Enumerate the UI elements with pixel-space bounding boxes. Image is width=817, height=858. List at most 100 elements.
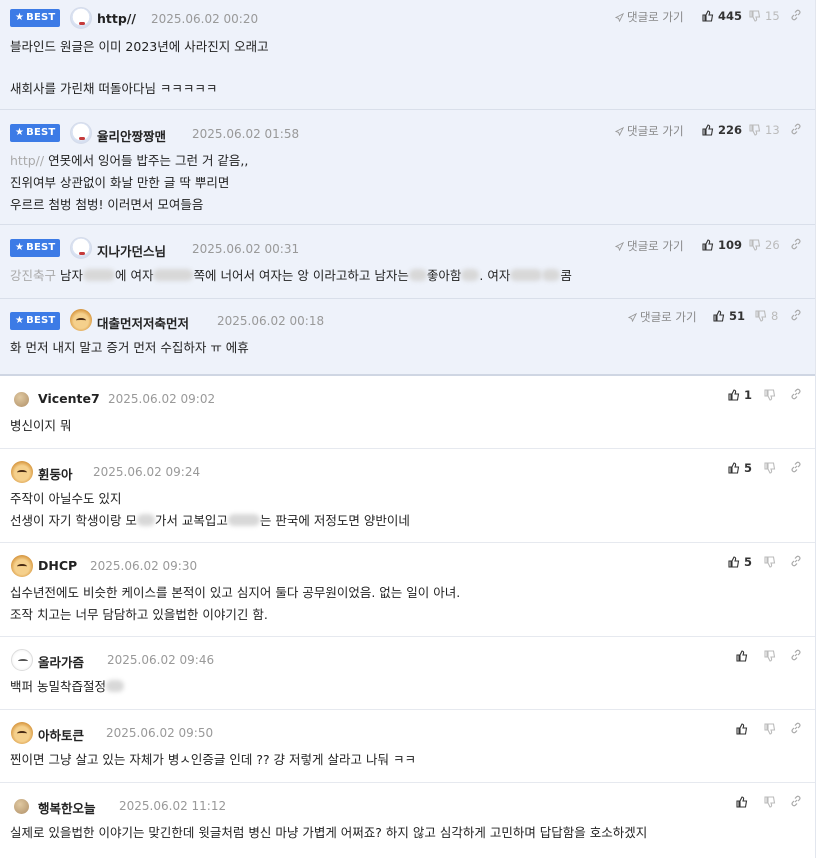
go-to-reply-link[interactable]: 댓글로 가기: [615, 9, 684, 25]
comment-body: 주작이 아닐수도 있지 선생이 자기 학생이랑 모 가서 교복입고 는 판국에 저정도…: [10, 491, 410, 528]
avatar[interactable]: [11, 461, 33, 483]
nickname[interactable]: 율리안짱짱맨: [97, 126, 166, 145]
blurred-text: [83, 269, 115, 281]
comment: 휜둥아 2025.06.02 09:24 5 주작이 아닐수도 있지 선생이 자기…: [0, 449, 815, 543]
blurred-text: [136, 514, 155, 526]
avatar[interactable]: [14, 392, 29, 407]
go-to-reply-link[interactable]: 댓글로 가기: [628, 309, 697, 325]
link-icon[interactable]: [790, 238, 802, 253]
star-icon: ★: [15, 315, 25, 326]
thumbs-up-icon: [702, 124, 714, 136]
like-button[interactable]: 109: [702, 238, 742, 252]
comment-date: 2025.06.02 09:30: [90, 559, 198, 573]
dislike-button[interactable]: [764, 461, 780, 475]
quoted-user[interactable]: 강진축구: [10, 268, 56, 283]
link-icon[interactable]: [790, 649, 802, 664]
thumbs-up-icon: [728, 462, 740, 474]
star-icon: ★: [15, 242, 25, 253]
avatar[interactable]: [11, 722, 33, 744]
send-icon: [615, 242, 624, 251]
thumbs-down-icon: [764, 556, 776, 568]
comment-body: 찐이면 그냥 살고 있는 자체가 병ㅅ인증글 인데 ?? 걍 저렇게 살라고 나…: [10, 752, 416, 767]
nickname[interactable]: 지나가던스님: [97, 241, 166, 260]
star-icon: ★: [15, 127, 25, 138]
thumbs-up-icon: [736, 796, 748, 808]
blurred-text: [227, 514, 260, 526]
link-icon[interactable]: [790, 309, 802, 324]
like-button[interactable]: 1: [728, 388, 752, 402]
like-button[interactable]: 51: [713, 309, 745, 323]
avatar[interactable]: [70, 7, 92, 29]
comment-date: 2025.06.02 11:12: [119, 799, 227, 813]
comment-body: 화 먼저 내지 말고 증거 먼저 수집하자 ㅠ 에휴: [10, 340, 249, 355]
go-to-reply-link[interactable]: 댓글로 가기: [615, 123, 684, 139]
link-icon[interactable]: [790, 9, 802, 24]
avatar[interactable]: [70, 237, 92, 259]
dislike-button[interactable]: [764, 722, 780, 736]
link-icon[interactable]: [790, 795, 802, 810]
comment: 올라가즘 2025.06.02 09:46 백퍼 농밀착즙절정: [0, 637, 815, 710]
thumbs-down-icon: [764, 796, 776, 808]
thumbs-down-icon: [764, 723, 776, 735]
blurred-text: [510, 269, 543, 281]
dislike-button[interactable]: 8: [755, 309, 778, 323]
nickname[interactable]: 행복한오늘: [38, 798, 96, 817]
dislike-button[interactable]: 26: [749, 238, 780, 252]
go-to-reply-link[interactable]: 댓글로 가기: [615, 238, 684, 254]
thumbs-up-icon: [702, 239, 714, 251]
comment-date: 2025.06.02 00:31: [192, 242, 300, 256]
best-comment: ★ BEST 지나가던스님 2025.06.02 00:31 댓글로 가기 109…: [0, 225, 815, 299]
best-badge: ★ BEST: [10, 9, 61, 27]
like-button[interactable]: 5: [728, 461, 752, 475]
link-icon[interactable]: [790, 123, 802, 138]
nickname[interactable]: 대출먼저저축먼저: [97, 313, 189, 332]
dislike-button[interactable]: 13: [749, 123, 780, 137]
nickname[interactable]: DHCP: [38, 558, 77, 573]
nickname[interactable]: Vicente7: [38, 391, 100, 406]
comment: 아하토큰 2025.06.02 09:50 찐이면 그냥 살고 있는 자체가 병…: [0, 710, 815, 783]
nickname[interactable]: 아하토큰: [38, 725, 84, 744]
comment-date: 2025.06.02 09:24: [93, 465, 201, 479]
like-button[interactable]: [736, 795, 752, 809]
dislike-button[interactable]: [764, 555, 780, 569]
link-icon[interactable]: [790, 722, 802, 737]
comment-date: 2025.06.02 00:20: [151, 12, 259, 26]
thumbs-up-icon: [728, 556, 740, 568]
comment-body: 강진축구 남자 에 여자 쪽에 너어서 여자는 앙 이라고하고 남자는 좋아함. 여자…: [10, 268, 572, 283]
nickname[interactable]: 올라가즘: [38, 652, 84, 671]
avatar[interactable]: [14, 799, 29, 814]
dislike-button[interactable]: 15: [749, 9, 780, 23]
best-badge: ★ BEST: [10, 312, 61, 330]
dislike-button[interactable]: [764, 795, 780, 809]
thumbs-down-icon: [749, 10, 761, 22]
like-button[interactable]: 5: [728, 555, 752, 569]
thumbs-down-icon: [749, 239, 761, 251]
link-icon[interactable]: [790, 461, 802, 476]
thumbs-down-icon: [764, 650, 776, 662]
best-badge: ★ BEST: [10, 239, 61, 257]
blurred-text: [461, 269, 480, 281]
comment: 행복한오늘 2025.06.02 11:12 실제로 있을법한 이야기는 맞긴한…: [0, 783, 815, 858]
like-button[interactable]: [736, 722, 752, 736]
like-button[interactable]: 226: [702, 123, 742, 137]
comment: Vicente7 2025.06.02 09:02 1 병신이지 뭐: [0, 376, 815, 449]
dislike-button[interactable]: [764, 649, 780, 663]
comment-body: http// 연못에서 잉어들 밥주는 그런 거 같음,, 진위여부 상관없이 화…: [10, 153, 249, 212]
avatar[interactable]: [11, 649, 33, 671]
like-button[interactable]: 445: [702, 9, 742, 23]
link-icon[interactable]: [790, 388, 802, 403]
comment: DHCP 2025.06.02 09:30 5 십수년전에도 비슷한 케이스를 …: [0, 543, 815, 637]
avatar[interactable]: [70, 122, 92, 144]
blurred-text: [542, 269, 561, 281]
comment-body: 병신이지 뭐: [10, 418, 72, 433]
nickname[interactable]: http//: [97, 11, 136, 26]
avatar[interactable]: [70, 309, 92, 331]
quoted-user[interactable]: http//: [10, 153, 44, 168]
comment-date: 2025.06.02 01:58: [192, 127, 300, 141]
comment-date: 2025.06.02 09:46: [107, 653, 215, 667]
avatar[interactable]: [11, 555, 33, 577]
like-button[interactable]: [736, 649, 752, 663]
link-icon[interactable]: [790, 555, 802, 570]
dislike-button[interactable]: [764, 388, 780, 402]
nickname[interactable]: 휜둥아: [38, 464, 73, 483]
